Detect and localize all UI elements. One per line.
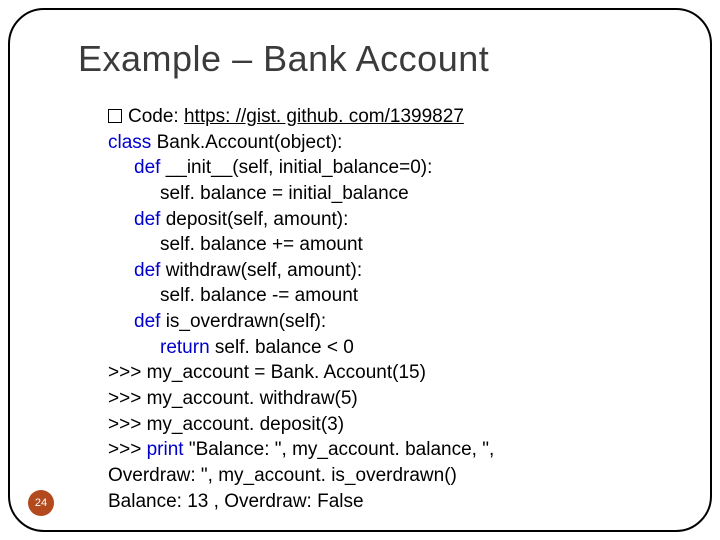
keyword-def: def	[134, 157, 160, 178]
code-text: __init__(self, initial_balance=0):	[160, 157, 432, 178]
code-line: self. balance += amount	[108, 232, 680, 258]
bullet-prefix: Code:	[128, 106, 184, 127]
code-line: >>> my_account. withdraw(5)	[108, 386, 680, 412]
code-line: return self. balance < 0	[108, 335, 680, 361]
code-line: >>> my_account. deposit(3)	[108, 412, 680, 438]
code-line: def withdraw(self, amount):	[108, 258, 680, 284]
code-line: Balance: 13 , Overdraw: False	[108, 489, 680, 515]
code-line: def __init__(self, initial_balance=0):	[108, 155, 680, 181]
code-text: >>>	[108, 439, 147, 460]
code-line: self. balance = initial_balance	[108, 181, 680, 207]
slide-content: Code: https: //gist. github. com/1399827…	[108, 104, 680, 514]
code-line: self. balance -= amount	[108, 283, 680, 309]
code-line: >>> print "Balance: ", my_account. balan…	[108, 437, 680, 463]
keyword-print: print	[147, 439, 184, 460]
keyword-def: def	[134, 311, 160, 332]
code-text: is_overdrawn(self):	[160, 311, 326, 332]
keyword-return: return	[160, 337, 210, 358]
keyword-def: def	[134, 260, 160, 281]
slide: Example – Bank Account Code: https: //gi…	[0, 0, 720, 540]
code-text: Bank.Account(object):	[151, 132, 342, 153]
code-text: deposit(self, amount):	[160, 209, 348, 230]
code-line: def is_overdrawn(self):	[108, 309, 680, 335]
page-number-badge: 24	[28, 490, 54, 516]
keyword-class: class	[108, 132, 151, 153]
code-line: class Bank.Account(object):	[108, 130, 680, 156]
code-line: >>> my_account = Bank. Account(15)	[108, 360, 680, 386]
slide-title: Example – Bank Account	[78, 38, 489, 80]
gist-link[interactable]: https: //gist. github. com/1399827	[184, 106, 464, 127]
bullet-box-icon	[108, 109, 122, 123]
code-line: def deposit(self, amount):	[108, 207, 680, 233]
bullet-line: Code: https: //gist. github. com/1399827	[108, 104, 680, 130]
keyword-def: def	[134, 209, 160, 230]
code-text: withdraw(self, amount):	[160, 260, 362, 281]
code-line: Overdraw: ", my_account. is_overdrawn()	[108, 463, 680, 489]
code-text: self. balance < 0	[210, 337, 354, 358]
code-text: "Balance: ", my_account. balance, ",	[184, 439, 495, 460]
